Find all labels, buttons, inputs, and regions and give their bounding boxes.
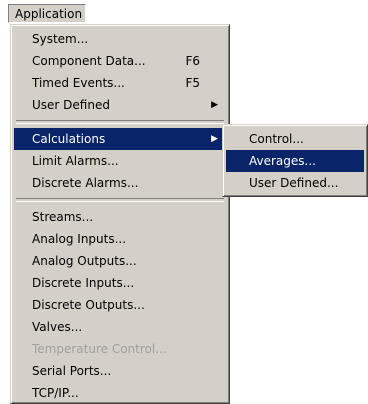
menu-item-label: Discrete Alarms...: [32, 176, 139, 190]
menu-item-label: Averages...: [249, 154, 316, 168]
submenu-item-control[interactable]: Control...: [226, 128, 364, 150]
application-menu: System... Component Data... F6 Timed Eve…: [10, 24, 230, 404]
menu-item-discrete-outputs[interactable]: Discrete Outputs...: [14, 294, 226, 316]
menu-separator: [16, 198, 224, 202]
menu-item-valves[interactable]: Valves...: [14, 316, 226, 338]
menu-item-analog-outputs[interactable]: Analog Outputs...: [14, 250, 226, 272]
menu-separator: [16, 120, 224, 124]
menu-item-limit-alarms[interactable]: Limit Alarms...: [14, 150, 226, 172]
menu-item-label: Discrete Outputs...: [32, 298, 145, 312]
menu-item-label: Limit Alarms...: [32, 154, 119, 168]
menu-item-label: Temperature Control...: [32, 342, 167, 356]
menu-item-label: User Defined: [32, 98, 110, 112]
menu-bar: Application: [0, 0, 368, 26]
menu-item-label: Valves...: [32, 320, 83, 334]
menu-item-tcp-ip[interactable]: TCP/IP...: [14, 382, 226, 404]
shortcut-label: F5: [185, 76, 200, 90]
submenu-arrow-icon: ▶: [211, 134, 218, 144]
menu-item-label: Discrete Inputs...: [32, 276, 135, 290]
menu-item-timed-events[interactable]: Timed Events... F5: [14, 72, 226, 94]
menu-item-system[interactable]: System...: [14, 28, 226, 50]
menu-item-calculations[interactable]: Calculations ▶: [14, 128, 226, 150]
menu-item-label: Calculations: [32, 132, 106, 146]
menu-item-user-defined[interactable]: User Defined ▶: [14, 94, 226, 116]
menu-item-label: Component Data...: [32, 54, 146, 68]
menu-item-temperature-control: Temperature Control...: [14, 338, 226, 360]
menu-item-label: Analog Inputs...: [32, 232, 127, 246]
submenu-item-user-defined[interactable]: User Defined...: [226, 172, 364, 194]
menu-item-label: TCP/IP...: [32, 386, 79, 400]
menu-item-analog-inputs[interactable]: Analog Inputs...: [14, 228, 226, 250]
menu-item-component-data[interactable]: Component Data... F6: [14, 50, 226, 72]
submenu-item-averages[interactable]: Averages...: [226, 150, 364, 172]
menu-item-discrete-inputs[interactable]: Discrete Inputs...: [14, 272, 226, 294]
menu-item-label: User Defined...: [249, 176, 339, 190]
menu-item-discrete-alarms[interactable]: Discrete Alarms...: [14, 172, 226, 194]
menu-item-label: System...: [32, 32, 89, 46]
shortcut-label: F6: [185, 54, 200, 68]
submenu-arrow-icon: ▶: [211, 100, 218, 110]
menu-item-label: Control...: [249, 132, 304, 146]
menu-item-label: Streams...: [32, 210, 94, 224]
menu-item-serial-ports[interactable]: Serial Ports...: [14, 360, 226, 382]
menu-item-label: Analog Outputs...: [32, 254, 137, 268]
menu-item-label: Timed Events...: [32, 76, 125, 90]
menu-item-streams[interactable]: Streams...: [14, 206, 226, 228]
calculations-submenu: Control... Averages... User Defined...: [222, 124, 368, 197]
menu-application[interactable]: Application: [8, 4, 86, 23]
menu-item-label: Serial Ports...: [32, 364, 112, 378]
